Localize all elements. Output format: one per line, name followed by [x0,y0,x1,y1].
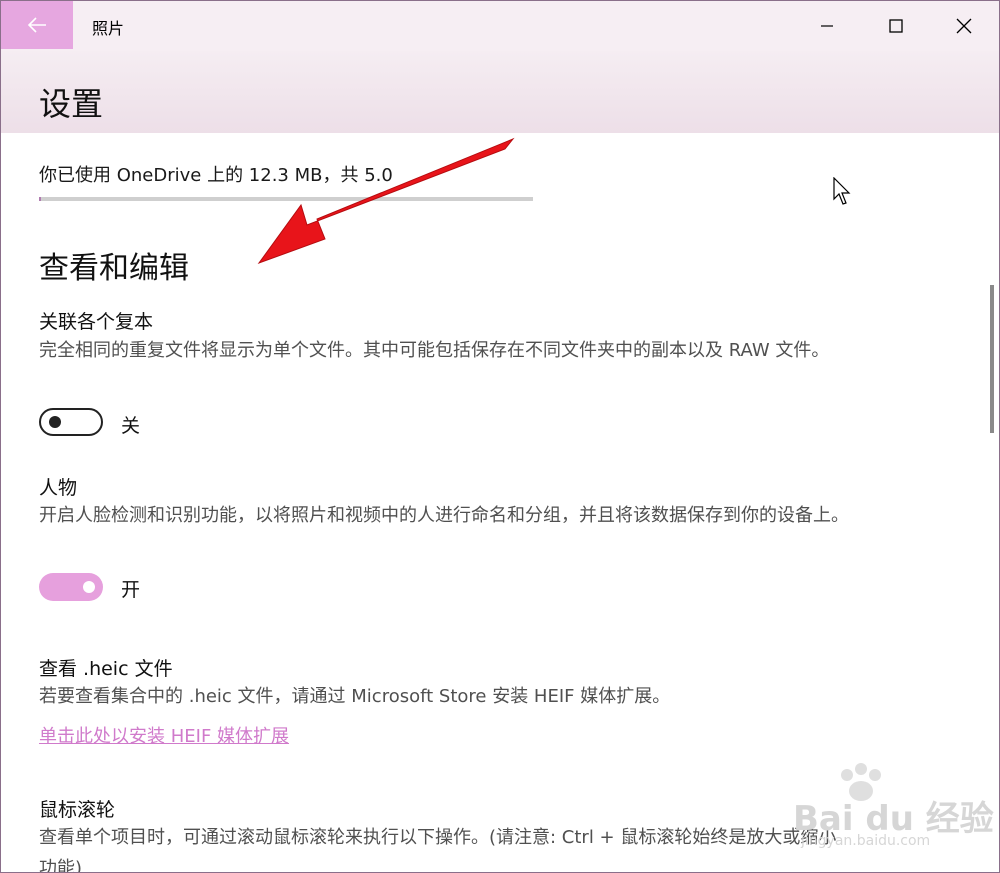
setting-heic-title: 查看 .heic 文件 [39,658,173,680]
photos-app-window: 照片 设置 你已使用 OneDrive 上的 12.3 MB，共 5.0 查看和… [0,0,1000,873]
setting-people-desc: 开启人脸检测和识别功能，以将照片和视频中的人进行命名和分组，并且将该数据保存到你… [39,505,849,526]
watermark-subtext: jingyan.baidu.com [801,833,931,849]
install-heif-link[interactable]: 单击此处以安装 HEIF 媒体扩展 [39,722,289,748]
setting-linked-duplicates-title: 关联各个复本 [39,311,154,333]
toggle-knob [49,416,61,428]
red-pointer-arrow-icon [257,137,515,265]
people-toggle-label: 开 [121,579,141,601]
toggle-knob [83,581,95,593]
setting-heic-desc: 若要查看集合中的 .heic 文件，请通过 Microsoft Store 安装… [39,686,671,707]
setting-mouse-wheel-title: 鼠标滚轮 [39,799,116,821]
setting-mouse-wheel-desc: 查看单个项目时，可通过滚动鼠标滚轮来执行以下操作。(请注意: Ctrl + 鼠标… [39,827,837,873]
people-toggle[interactable] [39,573,103,601]
setting-people-title: 人物 [39,477,78,499]
setting-linked-duplicates-desc: 完全相同的重复文件将显示为单个文件。其中可能包括保存在不同文件夹中的副本以及 R… [39,340,830,361]
linked-duplicates-toggle-label: 关 [121,415,141,437]
scrollbar-thumb[interactable] [990,285,994,433]
linked-duplicates-toggle[interactable] [39,408,103,436]
mouse-cursor-icon [833,177,851,205]
